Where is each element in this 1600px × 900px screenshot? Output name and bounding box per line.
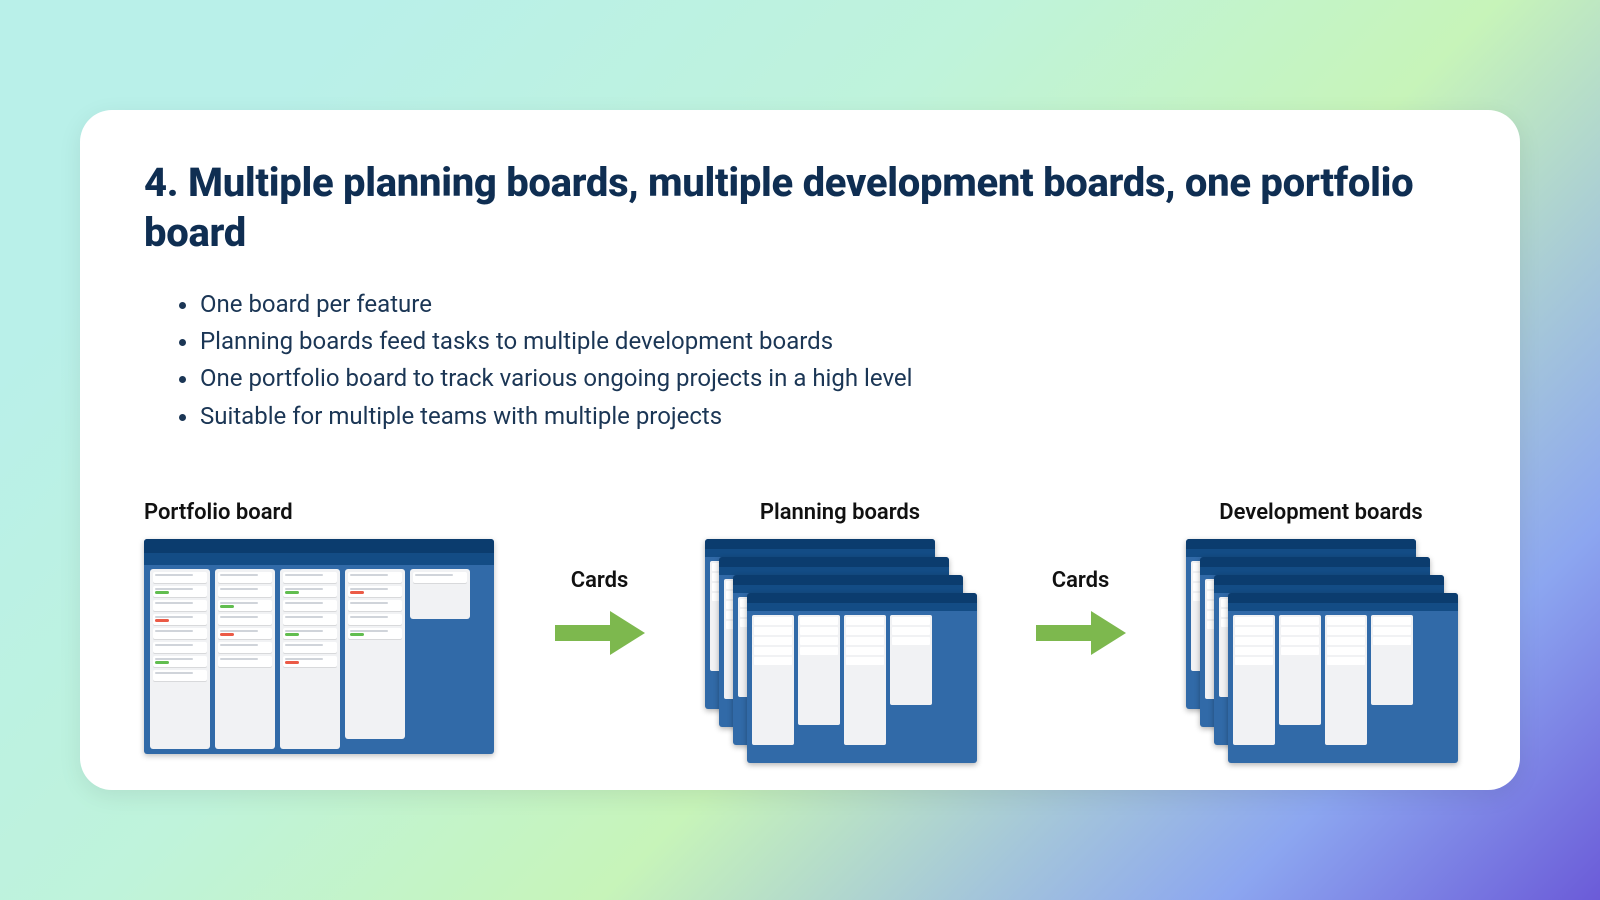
arrow-label-1: Cards [571, 568, 629, 593]
development-column: Development boards [1186, 500, 1456, 769]
slide-heading: 4. Multiple planning boards, multiple de… [144, 158, 1456, 258]
arrow-right-icon [550, 603, 650, 663]
bullet-item: One portfolio board to track various ong… [200, 360, 1456, 397]
planning-column: Planning boards [705, 500, 975, 769]
bullet-item: Planning boards feed tasks to multiple d… [200, 323, 1456, 360]
planning-boards-stack [705, 539, 975, 769]
portfolio-board-thumbnail [144, 539, 494, 754]
diagram-row: Portfolio board Cards [144, 500, 1456, 769]
slide-background: 4. Multiple planning boards, multiple de… [0, 0, 1600, 900]
slide-card: 4. Multiple planning boards, multiple de… [80, 110, 1520, 790]
portfolio-column: Portfolio board [144, 500, 494, 754]
development-boards-stack [1186, 539, 1456, 769]
arrow-label-2: Cards [1052, 568, 1110, 593]
portfolio-label: Portfolio board [144, 500, 293, 525]
arrow-right-icon [1031, 603, 1131, 663]
development-label: Development boards [1219, 500, 1422, 525]
arrow-1: Cards [550, 500, 650, 730]
bullet-item: Suitable for multiple teams with multipl… [200, 398, 1456, 435]
planning-label: Planning boards [760, 500, 920, 525]
arrow-2: Cards [1031, 500, 1131, 730]
bullet-item: One board per feature [200, 286, 1456, 323]
bullet-list: One board per feature Planning boards fe… [144, 286, 1456, 435]
